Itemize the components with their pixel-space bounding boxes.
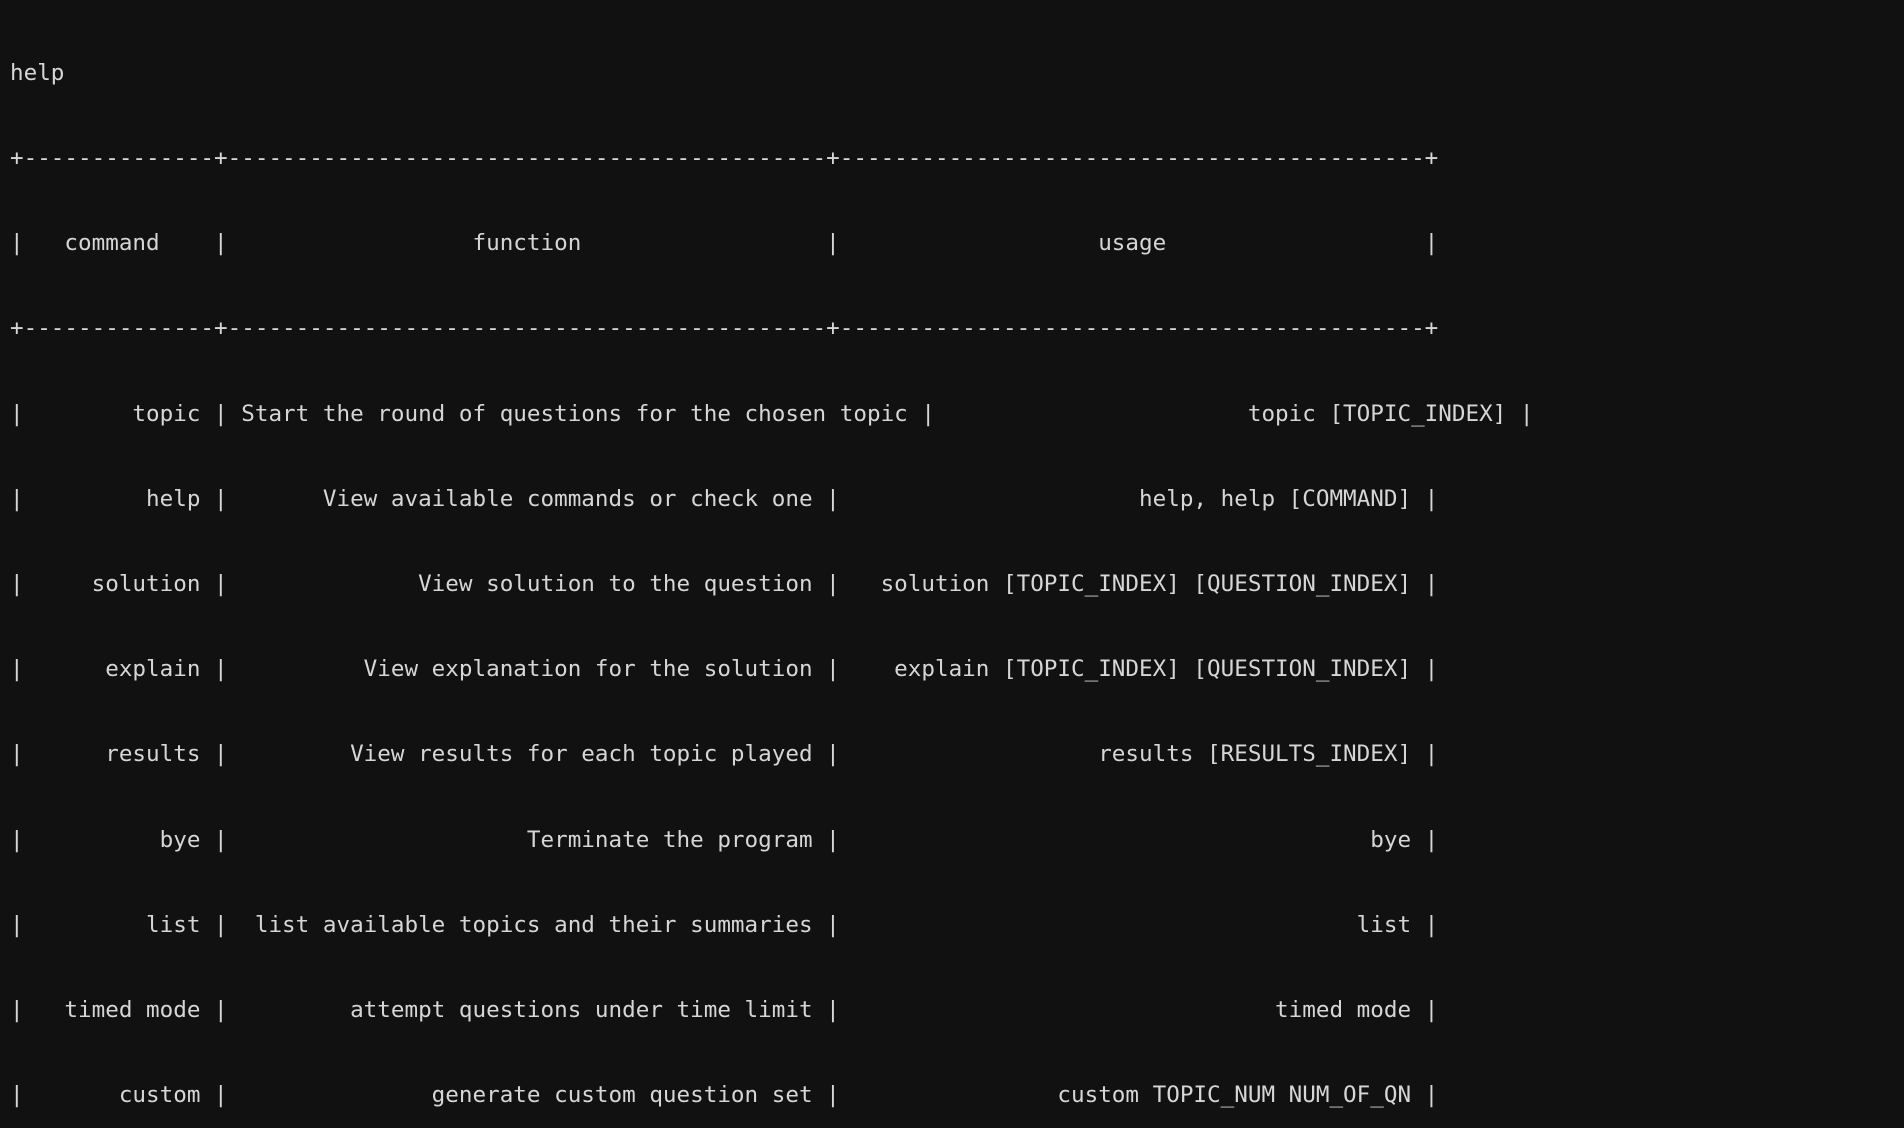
table-row: | bye | Terminate the program | bye | xyxy=(10,826,1439,853)
table-row: | explain | View explanation for the sol… xyxy=(10,656,1439,683)
table-row: | list | list available topics and their… xyxy=(10,911,1439,938)
terminal-output: help +--------------+-------------------… xyxy=(0,0,1904,1108)
command-echo-line: help xyxy=(10,59,65,86)
table-row: | custom | generate custom question set … xyxy=(10,1082,1439,1109)
table-row: | timed mode | attempt questions under t… xyxy=(10,997,1439,1024)
table-row: | help | View available commands or chec… xyxy=(10,485,1439,512)
table-row: | solution | View solution to the questi… xyxy=(10,571,1439,598)
table-header-separator: +--------------+------------------------… xyxy=(10,315,1439,342)
table-top-border: +--------------+------------------------… xyxy=(10,145,1439,172)
table-row: | topic | Start the round of questions f… xyxy=(10,400,1534,427)
table-header-row: | command | function | usage | xyxy=(10,230,1439,257)
table-row: | results | View results for each topic … xyxy=(10,741,1439,768)
